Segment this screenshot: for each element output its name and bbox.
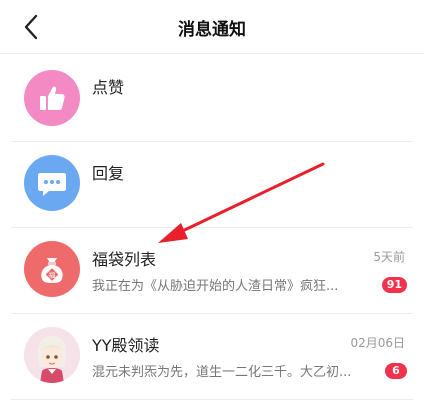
list-item-yy-reading[interactable]: YY殿领读 02月06日 混元未判炁为先，道生一二化三千。大乙初... 6: [11, 314, 413, 400]
item-title: 回复: [92, 164, 125, 183]
notification-list: 点赞 回复 福 福袋列表 5天前 我正在为《从胁迫开始的人渣日常》疯狂... 9…: [0, 54, 424, 400]
thumbs-up-icon: [40, 86, 65, 110]
item-preview: 我正在为《从胁迫开始的人渣日常》疯狂...: [92, 279, 339, 294]
lucky-bag-avatar: 福: [24, 241, 80, 297]
item-title: YY殿领读: [92, 336, 160, 355]
svg-text:福: 福: [49, 271, 56, 280]
page-title: 消息通知: [178, 20, 246, 40]
likes-avatar: [24, 70, 80, 126]
anime-character-icon: [24, 327, 80, 383]
lucky-bag-icon: 福: [41, 258, 63, 283]
item-timestamp: 5天前: [373, 250, 405, 264]
chat-bubble-icon: [38, 173, 66, 196]
item-preview: 混元未判炁为先，道生一二化三千。大乙初...: [92, 365, 352, 380]
unread-badge: 91: [381, 277, 407, 293]
item-title: 点赞: [92, 78, 125, 97]
list-item-lucky-bag[interactable]: 福 福袋列表 5天前 我正在为《从胁迫开始的人渣日常》疯狂... 91: [11, 228, 413, 314]
list-item-replies[interactable]: 回复: [11, 142, 413, 228]
item-title: 福袋列表: [92, 250, 157, 269]
top-bar: 消息通知: [0, 0, 424, 54]
item-timestamp: 02月06日: [350, 336, 405, 350]
list-item-likes[interactable]: 点赞: [11, 54, 413, 142]
anime-avatar: [24, 327, 80, 383]
replies-avatar: [24, 155, 80, 211]
unread-badge: 6: [385, 363, 407, 379]
